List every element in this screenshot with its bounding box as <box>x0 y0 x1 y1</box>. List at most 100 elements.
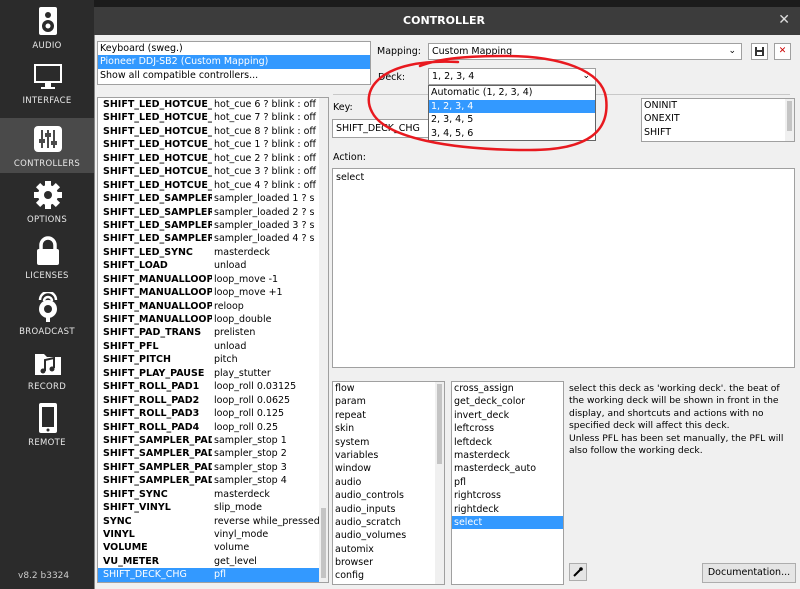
table-row[interactable]: SHIFT_LED_SAMPLER_ sampler_loaded 3 ? s <box>98 219 328 232</box>
table-row[interactable]: SHIFT_LED_SAMPLER_ sampler_loaded 1 ? s <box>98 192 328 205</box>
deck-option[interactable]: 2, 3, 4, 5 <box>429 113 595 127</box>
sidebar-item-licenses[interactable]: LICENSES <box>0 230 94 285</box>
table-row[interactable]: SHIFT_LED_HOTCUE_P hot_cue 4 ? blink : of… <box>98 179 328 192</box>
table-row[interactable]: SHIFT_LED_SAMPLER_ sampler_loaded 2 ? s <box>98 206 328 219</box>
table-row[interactable]: SHIFT_LED_HOTCUE_P hot_cue 3 ? blink : of… <box>98 165 328 178</box>
list-item[interactable]: leftcross <box>452 422 563 435</box>
device-item[interactable]: Keyboard (sweg.) <box>98 42 370 55</box>
table-row[interactable]: SHIFT_ROLL_PAD1 loop_roll 0.03125 <box>98 380 328 393</box>
events-scrollbar[interactable] <box>785 99 794 141</box>
table-row[interactable]: SHIFT_LED_HOTCUE_5- hot_cue 7 ? blink : o… <box>98 111 328 124</box>
list-item[interactable]: param <box>333 395 444 408</box>
table-row[interactable]: SHIFT_ROLL_PAD2 loop_roll 0.0625 <box>98 394 328 407</box>
documentation-button[interactable]: Documentation... <box>702 563 796 583</box>
key-field[interactable]: SHIFT_DECK_CHG <box>332 119 436 138</box>
sidebar-item-broadcast[interactable]: BROADCAST <box>0 286 94 341</box>
list-item[interactable]: automix <box>333 543 444 556</box>
table-row[interactable]: VINYL vinyl_mode <box>98 528 328 541</box>
table-row[interactable]: SHIFT_MANUALLOOP_I reloop <box>98 300 328 313</box>
sidebar-item-options[interactable]: OPTIONS <box>0 174 94 229</box>
list-item[interactable]: flow <box>333 382 444 395</box>
table-row[interactable]: SHIFT_SAMPLER_PAD3 sampler_stop 3 <box>98 461 328 474</box>
list-item[interactable]: pfl <box>452 476 563 489</box>
control-key: SHIFT_SYNC <box>103 488 168 500</box>
save-icon[interactable] <box>751 43 768 60</box>
list-item[interactable]: select <box>452 515 563 530</box>
verbs-list[interactable]: cross_assign get_deck_color invert_deck lef… <box>451 381 564 585</box>
list-item[interactable]: invert_deck <box>452 409 563 422</box>
sidebar-item-controllers[interactable]: CONTROLLERS <box>0 118 94 173</box>
controls-scrollbar[interactable] <box>319 98 328 582</box>
categories-list[interactable]: flow param repeat skin system variables window… <box>332 381 445 585</box>
deck-option[interactable]: Automatic (1, 2, 3, 4) <box>429 86 595 100</box>
mapping-select[interactable]: Custom Mapping ⌄ <box>428 43 742 60</box>
delete-icon[interactable]: ✕ <box>774 43 791 60</box>
table-row[interactable]: SHIFT_PITCH pitch <box>98 353 328 366</box>
table-row[interactable]: SHIFT_SAMPLER_PAD4 sampler_stop 4 <box>98 474 328 487</box>
deck-select[interactable]: 1, 2, 3, 4 ⌄ <box>428 68 596 85</box>
table-row[interactable]: SHIFT_LED_HOTCUE_5- hot_cue 8 ? blink : o… <box>98 125 328 138</box>
table-row[interactable]: SHIFT_DECK_CHG pfl <box>98 568 328 582</box>
table-row[interactable]: SHIFT_LED_HOTCUE_5- hot_cue 6 ? blink : o… <box>98 98 328 111</box>
table-row[interactable]: SHIFT_SAMPLER_PAD2 sampler_stop 2 <box>98 447 328 460</box>
list-item[interactable]: repeat <box>333 409 444 422</box>
list-item[interactable]: get_deck_color <box>452 395 563 408</box>
close-icon[interactable]: ✕ <box>778 12 790 28</box>
table-row[interactable]: SHIFT_LOAD unload <box>98 259 328 272</box>
list-item[interactable]: rightdeck <box>452 503 563 516</box>
list-item[interactable]: window <box>333 462 444 475</box>
table-row[interactable]: SHIFT_SAMPLER_PAD1 sampler_stop 1 <box>98 434 328 447</box>
sidebar-item-interface[interactable]: INTERFACE <box>0 55 94 110</box>
deck-option[interactable]: 3, 4, 5, 6 <box>429 127 595 141</box>
table-row[interactable]: SHIFT_LED_SAMPLER_ sampler_loaded 4 ? s <box>98 232 328 245</box>
device-item[interactable]: Show all compatible controllers... <box>98 69 370 82</box>
list-item[interactable]: skin <box>333 422 444 435</box>
color-picker-icon[interactable] <box>569 563 587 581</box>
table-row[interactable]: SHIFT_PFL unload <box>98 340 328 353</box>
list-item[interactable]: config <box>333 569 444 582</box>
table-row[interactable]: SHIFT_LED_HOTCUE_P hot_cue 2 ? blink : of… <box>98 152 328 165</box>
event-item[interactable]: SHIFT <box>642 126 794 139</box>
event-item[interactable]: ONINIT <box>642 99 794 112</box>
list-item[interactable]: cross_assign <box>452 382 563 395</box>
device-list[interactable]: Keyboard (sweg.) Pioneer DDJ-SB2 (Custom… <box>97 41 371 85</box>
events-list[interactable]: ONINIT ONEXIT SHIFT <box>641 98 795 142</box>
table-row[interactable]: VU_METER get_level <box>98 555 328 568</box>
list-item[interactable]: rightcross <box>452 489 563 502</box>
table-row[interactable]: SHIFT_MANUALLOOP_I loop_move +1 <box>98 286 328 299</box>
controls-table[interactable]: SHIFT_LED_HOTCUE_5- hot_cue 6 ? blink : o… <box>97 97 329 583</box>
device-item[interactable]: Pioneer DDJ-SB2 (Custom Mapping) <box>98 55 370 69</box>
categories-scrollbar[interactable] <box>435 382 444 584</box>
table-row[interactable]: SHIFT_ROLL_PAD4 loop_roll 0.25 <box>98 421 328 434</box>
list-item[interactable]: system <box>333 436 444 449</box>
table-row[interactable]: SHIFT_PAD_TRANS prelisten <box>98 326 328 339</box>
list-item[interactable]: variables <box>333 449 444 462</box>
list-item[interactable]: audio_volumes <box>333 529 444 542</box>
sidebar-item-record[interactable]: RECORD <box>0 341 94 396</box>
list-item[interactable]: audio <box>333 476 444 489</box>
table-row[interactable]: SHIFT_LED_HOTCUE_P hot_cue 1 ? blink : of… <box>98 138 328 151</box>
event-item[interactable]: ONEXIT <box>642 112 794 125</box>
table-row[interactable]: SHIFT_VINYL slip_mode <box>98 501 328 514</box>
table-row[interactable]: VOLUME volume <box>98 541 328 554</box>
list-item[interactable]: audio_scratch <box>333 516 444 529</box>
table-row[interactable]: SHIFT_MANUALLOOP_I loop_move -1 <box>98 273 328 286</box>
list-item[interactable]: masterdeck_auto <box>452 462 563 475</box>
table-row[interactable]: SHIFT_PLAY_PAUSE play_stutter <box>98 367 328 380</box>
sidebar-item-remote[interactable]: REMOTE <box>0 397 94 452</box>
control-action: reloop <box>214 300 244 312</box>
table-row[interactable]: SHIFT_MANUALLOOP_I loop_double <box>98 313 328 326</box>
deck-option[interactable]: 1, 2, 3, 4 <box>429 99 595 113</box>
list-item[interactable]: browser <box>333 556 444 569</box>
table-row[interactable]: SHIFT_SYNC masterdeck <box>98 488 328 501</box>
list-item[interactable]: audio_inputs <box>333 503 444 516</box>
sidebar-item-audio[interactable]: AUDIO <box>0 0 94 55</box>
action-editor[interactable]: select <box>332 168 795 368</box>
list-item[interactable]: masterdeck <box>452 449 563 462</box>
list-item[interactable]: audio_controls <box>333 489 444 502</box>
table-row[interactable]: SHIFT_LED_SYNC masterdeck <box>98 246 328 259</box>
deck-dropdown[interactable]: Automatic (1, 2, 3, 4) 1, 2, 3, 4 2, 3, 4,… <box>428 85 596 141</box>
list-item[interactable]: leftdeck <box>452 436 563 449</box>
table-row[interactable]: SHIFT_ROLL_PAD3 loop_roll 0.125 <box>98 407 328 420</box>
table-row[interactable]: SYNC reverse while_pressed <box>98 515 328 528</box>
